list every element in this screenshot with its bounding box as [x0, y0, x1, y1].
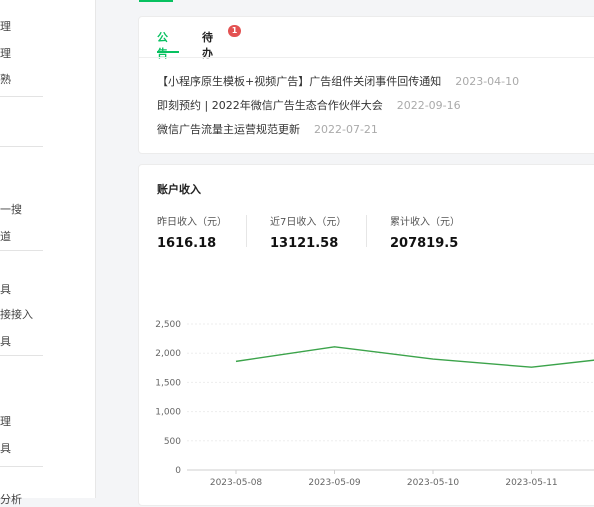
sidebar-item[interactable]: 具: [0, 440, 11, 456]
sidebar-item[interactable]: 具: [0, 281, 11, 297]
stat-label: 昨日收入（元）: [157, 213, 227, 228]
y-tick-label: 0: [175, 466, 181, 476]
x-tick-label: 2023-05-08: [210, 478, 263, 488]
stat-value: 207819.5: [390, 236, 460, 251]
sidebar-item[interactable]: 分析: [0, 491, 22, 507]
stat-label: 累计收入（元）: [390, 213, 460, 228]
notice-title: 微信广告流量主运营规范更新: [157, 123, 300, 136]
stat-label: 近7日收入（元）: [270, 213, 346, 228]
x-tick-label: 2023-05-10: [407, 478, 460, 488]
stat-total: 累计收入（元） 207819.5: [390, 213, 460, 251]
sidebar-item[interactable]: 具: [0, 333, 11, 349]
x-tick-label: 2023-05-09: [308, 478, 361, 488]
income-card: 账户收入 昨日收入（元） 1616.18 近7日收入（元） 13121.58 累…: [138, 164, 594, 506]
y-tick-label: 500: [164, 437, 181, 447]
y-tick-label: 1,000: [155, 408, 181, 418]
stat-value: 1616.18: [157, 236, 227, 251]
sidebar-item[interactable]: 接接入: [0, 306, 33, 322]
income-line-chart: 2,500 2,000 1,500 1,000 500 0 2023-05-08 2023-0…: [139, 305, 594, 505]
todo-count-badge: 1: [228, 25, 241, 37]
y-tick-label: 2,000: [155, 349, 181, 359]
stat-yesterday: 昨日收入（元） 1616.18: [157, 213, 227, 251]
tab-todo-label: 待办: [202, 31, 213, 60]
active-tab-indicator: [139, 0, 173, 2]
sidebar-item[interactable]: 道: [0, 228, 11, 244]
sidebar-item[interactable]: 理: [0, 413, 11, 429]
sidebar-divider: [0, 466, 43, 467]
notice-title: 即刻预约 | 2022年微信广告生态合作伙伴大会: [157, 99, 383, 112]
stat-divider: [366, 215, 367, 247]
stat-7days: 近7日收入（元） 13121.58: [270, 213, 346, 251]
notice-date: 2023-04-10: [455, 75, 519, 88]
sidebar-item[interactable]: 熟: [0, 71, 11, 87]
notice-card: 公告 待办 1 【小程序原生模板+视频广告】广告组件关闭事件回传通知2023-0…: [138, 16, 594, 154]
y-tick-label: 1,500: [155, 378, 181, 388]
sidebar-item[interactable]: 理: [0, 18, 11, 34]
series-line: [236, 347, 594, 367]
sidebar-item[interactable]: 一搜: [0, 201, 22, 217]
stat-value: 13121.58: [270, 236, 346, 251]
x-tick-label: 2023-05-11: [505, 478, 557, 488]
tab-separator: [139, 57, 594, 58]
notice-date: 2022-07-21: [314, 123, 378, 136]
notice-title: 【小程序原生模板+视频广告】广告组件关闭事件回传通知: [157, 75, 441, 88]
income-title: 账户收入: [157, 181, 201, 197]
notice-item[interactable]: 微信广告流量主运营规范更新 2022-07-21: [157, 121, 378, 137]
notice-item[interactable]: 即刻预约 | 2022年微信广告生态合作伙伴大会 2022-09-16: [157, 97, 461, 113]
sidebar: 理理熟一搜道具接接入具理具分析: [0, 0, 96, 498]
sidebar-divider: [0, 96, 43, 97]
sidebar-divider: [0, 355, 43, 356]
notice-date: 2022-09-16: [397, 99, 461, 112]
stat-divider: [246, 215, 247, 247]
sidebar-divider: [0, 146, 43, 147]
sidebar-divider: [0, 250, 43, 251]
sidebar-item[interactable]: 理: [0, 45, 11, 61]
tab-underline: [157, 51, 179, 53]
notice-item[interactable]: 【小程序原生模板+视频广告】广告组件关闭事件回传通知 2023-04-10: [157, 73, 519, 89]
y-tick-label: 2,500: [155, 320, 181, 330]
